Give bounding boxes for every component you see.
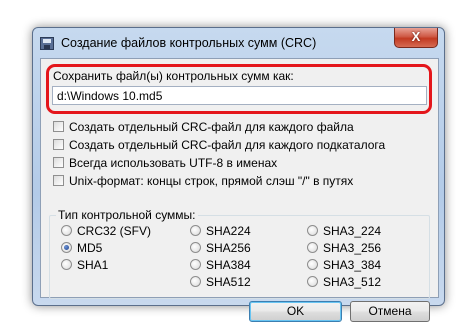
radio-sha3-384[interactable]: SHA3_384: [307, 257, 381, 272]
option-unix-format[interactable]: Unix-формат: концы строк, прямой слэш "/…: [53, 173, 353, 188]
radio-label: MD5: [77, 240, 103, 255]
dialog-window: Создание файлов контрольных сумм (CRC) X…: [32, 27, 445, 322]
radio-sha1[interactable]: SHA1: [61, 257, 108, 272]
radio-button[interactable]: [61, 259, 72, 270]
radio-label: SHA512: [206, 274, 251, 289]
radio-sha384[interactable]: SHA384: [190, 257, 251, 272]
option-per-subfolder[interactable]: Создать отдельный CRC-файл для каждого п…: [53, 137, 385, 152]
option-utf8[interactable]: Всегда использовать UTF-8 в именах: [53, 155, 277, 170]
option-label: Unix-формат: концы строк, прямой слэш "/…: [69, 173, 354, 188]
radio-button[interactable]: [190, 276, 201, 287]
radio-sha256[interactable]: SHA256: [190, 240, 251, 255]
radio-button-selected[interactable]: [61, 242, 72, 253]
checksum-type-label: Тип контрольной суммы:: [56, 208, 198, 222]
checkbox[interactable]: [53, 139, 64, 150]
radio-label: SHA3_224: [323, 223, 382, 238]
radio-label: CRC32 (SFV): [77, 223, 152, 238]
radio-label: SHA384: [206, 257, 251, 272]
radio-button[interactable]: [190, 242, 201, 253]
radio-button[interactable]: [307, 225, 318, 236]
radio-sha224[interactable]: SHA224: [190, 223, 251, 238]
radio-sha512[interactable]: SHA512: [190, 274, 251, 289]
cancel-button[interactable]: Отмена: [350, 301, 430, 322]
radio-crc32[interactable]: CRC32 (SFV): [61, 223, 151, 238]
radio-label: SHA3_384: [323, 257, 382, 272]
save-path-input[interactable]: [52, 86, 427, 105]
radio-label: SHA3_512: [323, 274, 382, 289]
option-per-file[interactable]: Создать отдельный CRC-файл для каждого ф…: [53, 119, 354, 134]
radio-label: SHA256: [206, 240, 251, 255]
close-icon: X: [411, 29, 421, 44]
option-label: Создать отдельный CRC-файл для каждого ф…: [69, 119, 354, 134]
radio-button[interactable]: [61, 225, 72, 236]
radio-label: SHA1: [77, 257, 109, 272]
checkbox[interactable]: [53, 175, 64, 186]
radio-label: SHA224: [206, 223, 251, 238]
ok-button[interactable]: OK: [249, 301, 342, 322]
option-label: Создать отдельный CRC-файл для каждого п…: [69, 137, 386, 152]
radio-md5[interactable]: MD5: [61, 240, 102, 255]
radio-sha3-512[interactable]: SHA3_512: [307, 274, 381, 289]
radio-sha3-256[interactable]: SHA3_256: [307, 240, 381, 255]
save-as-label: Сохранить файл(ы) контрольных сумм как:: [53, 69, 294, 83]
radio-button[interactable]: [307, 242, 318, 253]
dialog-content: Сохранить файл(ы) контрольных сумм как: …: [40, 58, 439, 322]
radio-button[interactable]: [190, 225, 201, 236]
close-button[interactable]: X: [394, 28, 438, 48]
radio-sha3-224[interactable]: SHA3_224: [307, 223, 381, 238]
option-label: Всегда использовать UTF-8 в именах: [69, 155, 278, 170]
checkbox[interactable]: [53, 157, 64, 168]
checkbox[interactable]: [53, 121, 64, 132]
radio-button[interactable]: [307, 259, 318, 270]
floppy-disk-icon: [40, 37, 54, 50]
radio-button[interactable]: [307, 276, 318, 287]
window-title: Создание файлов контрольных сумм (CRC): [61, 36, 317, 50]
radio-label: SHA3_256: [323, 240, 382, 255]
radio-button[interactable]: [190, 259, 201, 270]
title-bar[interactable]: Создание файлов контрольных сумм (CRC) X: [33, 28, 444, 58]
